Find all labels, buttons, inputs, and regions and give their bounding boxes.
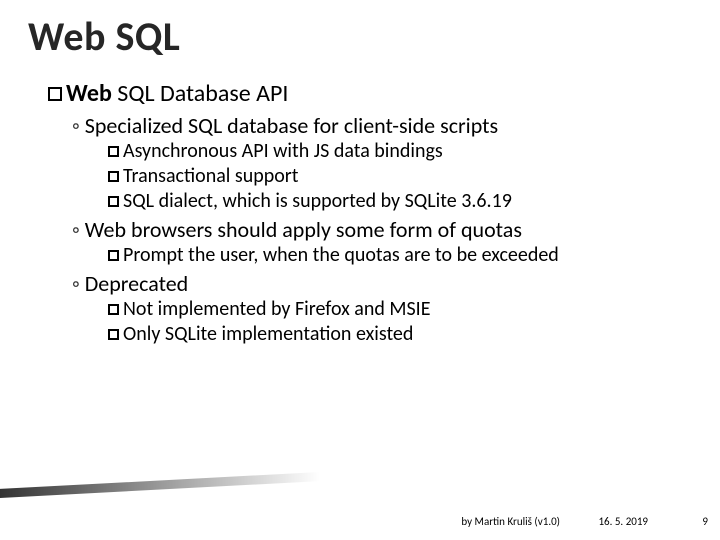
- list-item: Transactional support: [108, 164, 692, 189]
- square-bullet-icon: [108, 250, 119, 261]
- list-item: SQL dialect, which is supported by SQLit…: [108, 189, 692, 214]
- footer-page-number: 9: [702, 515, 708, 528]
- list-item-label: SQL dialect, which is supported by SQLit…: [123, 189, 512, 213]
- list-item: Web browsers should apply some form of q…: [72, 216, 692, 243]
- list-item: Asynchronous API with JS data bindings: [108, 139, 692, 164]
- section-heading: Web SQL Database API: [48, 79, 692, 108]
- list-item: Only SQLite implementation existed: [108, 322, 692, 347]
- square-bullet-icon: [108, 196, 119, 207]
- slide-title: Web SQL: [28, 12, 692, 61]
- list-item-label: Prompt the user, when the quotas are to …: [123, 243, 559, 267]
- footer-author: by Martin Kruliš (v1.0): [461, 515, 560, 528]
- footer-date: 16. 5. 2019: [598, 515, 648, 528]
- heading-bold: Web: [66, 79, 112, 108]
- list-item-label: Transactional support: [123, 164, 298, 188]
- list-item: Deprecated: [72, 270, 692, 297]
- list-item: Prompt the user, when the quotas are to …: [108, 243, 692, 268]
- square-bullet-icon: [108, 304, 119, 315]
- list-item-label: Only SQLite implementation existed: [123, 322, 413, 346]
- decorative-wedge: [0, 472, 320, 498]
- square-bullet-icon: [108, 329, 119, 340]
- list-item: Specialized SQL database for client-side…: [72, 112, 692, 139]
- square-bullet-icon: [108, 146, 119, 157]
- list-item: Not implemented by Firefox and MSIE: [108, 297, 692, 322]
- heading-rest: SQL Database API: [112, 79, 289, 108]
- square-bullet-icon: [48, 87, 62, 101]
- square-bullet-icon: [108, 171, 119, 182]
- slide: Web SQL Web SQL Database API Specialized…: [0, 0, 720, 540]
- list-item-label: Not implemented by Firefox and MSIE: [123, 297, 431, 321]
- list-item-label: Asynchronous API with JS data bindings: [123, 139, 443, 163]
